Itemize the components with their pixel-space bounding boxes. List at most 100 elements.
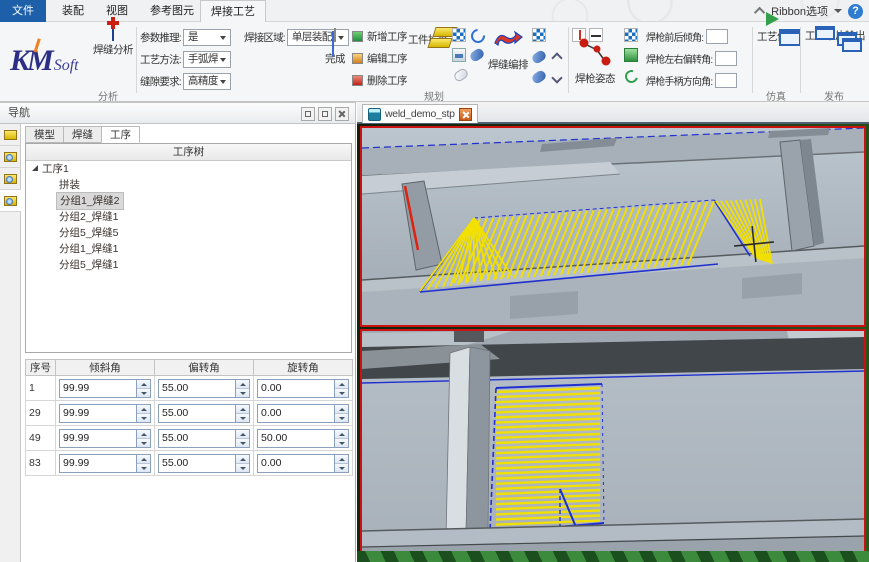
gun-yaw-angle-input[interactable]: [715, 51, 737, 66]
document-close-button[interactable]: [459, 108, 472, 121]
print-icon[interactable]: [452, 48, 466, 62]
navigator-close-button[interactable]: [335, 107, 349, 121]
navigator-float-button[interactable]: [318, 107, 332, 121]
ribbon-options-button[interactable]: Ribbon选项: [771, 3, 828, 19]
pattern-toggle2-icon[interactable]: [532, 28, 546, 42]
navigator-pin-button[interactable]: [301, 107, 315, 121]
rail-button-weld2[interactable]: [0, 168, 21, 190]
navigator-title: 导航: [0, 102, 356, 124]
tree-node[interactable]: 拼装: [26, 177, 351, 193]
tree-node[interactable]: 分组5_焊缝5: [26, 225, 351, 241]
spinner[interactable]: [136, 405, 150, 422]
tilt-input[interactable]: 99.99: [59, 379, 151, 398]
deflect-input[interactable]: 55.00: [158, 379, 250, 398]
cube-globe-icon: [4, 174, 17, 184]
nav-tab-weld[interactable]: 焊缝: [63, 126, 102, 143]
gap-requirement-value: 高精度: [188, 75, 218, 87]
rail-button-model[interactable]: [0, 124, 21, 146]
edit-process-button[interactable]: 编辑工序: [352, 50, 407, 67]
deflect-input[interactable]: 55.00: [158, 404, 250, 423]
tilt-input[interactable]: 99.99: [59, 429, 151, 448]
gap-requirement-dropdown[interactable]: 高精度: [183, 73, 231, 90]
workpiece-expand-button[interactable]: 工件扩展: [405, 26, 451, 47]
tab-view[interactable]: 视图: [96, 0, 138, 22]
tree-item-label: 分组5_焊缝1: [56, 257, 122, 273]
tree-item-label: 分组1_焊缝2: [56, 192, 124, 210]
rotate-icon[interactable]: [470, 28, 484, 42]
spinner[interactable]: [334, 380, 348, 397]
spinner[interactable]: [235, 380, 249, 397]
tree-node-root[interactable]: 工序1: [26, 161, 351, 177]
help-button[interactable]: ?: [848, 4, 863, 19]
tree-node-selected[interactable]: 分组1_焊缝2: [26, 193, 351, 209]
document-tab[interactable]: weld_demo_stp: [362, 104, 478, 123]
tilt-input[interactable]: 99.99: [59, 454, 151, 473]
table-row: 1 99.99 55.00 0.00: [26, 376, 353, 401]
spinner[interactable]: [235, 455, 249, 472]
viewport-bottom[interactable]: [360, 329, 866, 556]
spinner[interactable]: [136, 430, 150, 447]
tree-item-label: 分组1_焊缝1: [56, 241, 122, 257]
spinner[interactable]: [235, 430, 249, 447]
gun-yaw-angle-label: 焊枪左右偏转角:: [646, 51, 712, 66]
rotate-input[interactable]: 0.00: [257, 379, 349, 398]
seam-arrange-label: 焊缝编排: [486, 57, 530, 72]
spinner[interactable]: [334, 405, 348, 422]
new-process-button[interactable]: 新增工序: [352, 28, 407, 45]
move-up-icon[interactable]: [550, 50, 564, 64]
move-down-icon[interactable]: [550, 72, 564, 86]
spinner[interactable]: [136, 380, 150, 397]
pattern-toggle3-icon[interactable]: [624, 28, 638, 42]
tab-welding-process[interactable]: 焊接工艺: [200, 0, 266, 22]
spinner[interactable]: [334, 455, 348, 472]
tree-node[interactable]: 分组1_焊缝1: [26, 241, 351, 257]
rotate-input[interactable]: 0.00: [257, 404, 349, 423]
col-header-deflect: 偏转角: [155, 360, 254, 376]
file-menu-button[interactable]: 文件: [0, 0, 46, 22]
process-card-output-button[interactable]: 工艺卡片输出: [803, 26, 867, 43]
tree-node[interactable]: 分组5_焊缝1: [26, 257, 351, 273]
nav-tab-model[interactable]: 模型: [25, 126, 64, 143]
rotate-input[interactable]: 50.00: [257, 429, 349, 448]
rail-button-weld1[interactable]: [0, 146, 21, 168]
capsule2-icon[interactable]: [530, 49, 547, 65]
tree-expander-icon[interactable]: [32, 165, 38, 171]
capsule3-icon[interactable]: [530, 69, 547, 85]
capsule-light-icon[interactable]: [452, 67, 469, 83]
tilt-value: 99.99: [60, 432, 136, 444]
collapse-ribbon-icon[interactable]: [754, 7, 765, 18]
gun-handle-angle-input[interactable]: [715, 73, 737, 88]
deflect-input[interactable]: 55.00: [158, 454, 250, 473]
capsule-blue-icon[interactable]: [468, 47, 485, 63]
viewport-top[interactable]: [360, 126, 866, 327]
tab-reference-elements[interactable]: 参考图元: [140, 0, 204, 22]
group-label-analysis: 分析: [98, 88, 118, 103]
process-tree: 工序树 工序1 拼装 分组1_焊缝2 分组2_焊缝1 分组5_焊缝5 分组1_焊…: [25, 143, 352, 353]
ribbon-separator: [568, 27, 569, 93]
pattern-toggle-icon[interactable]: [452, 28, 466, 42]
spinner[interactable]: [136, 455, 150, 472]
tilt-input[interactable]: 99.99: [59, 404, 151, 423]
rail-button-process[interactable]: [0, 190, 21, 212]
seam-arrange-button[interactable]: 焊缝编排: [486, 28, 530, 72]
process-simulation-button[interactable]: 工艺仿真: [756, 27, 798, 44]
gun-pitch-angle-input[interactable]: [706, 29, 728, 44]
spinner[interactable]: [235, 405, 249, 422]
param-inference-label: 参数推理:: [140, 30, 181, 45]
green-dot-icon[interactable]: [624, 48, 638, 62]
kmsoft-logo: KMSoft: [10, 38, 94, 84]
rotate-input[interactable]: 0.00: [257, 454, 349, 473]
deflect-input[interactable]: 55.00: [158, 429, 250, 448]
spinner[interactable]: [334, 430, 348, 447]
finish-button[interactable]: 完成: [318, 29, 352, 66]
weld-analysis-button[interactable]: 焊缝分析: [92, 28, 134, 57]
param-inference-dropdown[interactable]: 是: [183, 29, 231, 46]
process-method-dropdown[interactable]: 手弧焊: [183, 51, 231, 68]
gun-pose-button[interactable]: 焊枪姿态: [572, 36, 618, 86]
spring-icon[interactable]: [624, 68, 638, 82]
delete-process-button[interactable]: 删除工序: [352, 72, 407, 89]
ribbon-options-caret-icon[interactable]: [834, 9, 842, 13]
tab-assembly[interactable]: 装配: [52, 0, 94, 22]
nav-tab-process[interactable]: 工序: [101, 126, 140, 143]
tree-node[interactable]: 分组2_焊缝1: [26, 209, 351, 225]
